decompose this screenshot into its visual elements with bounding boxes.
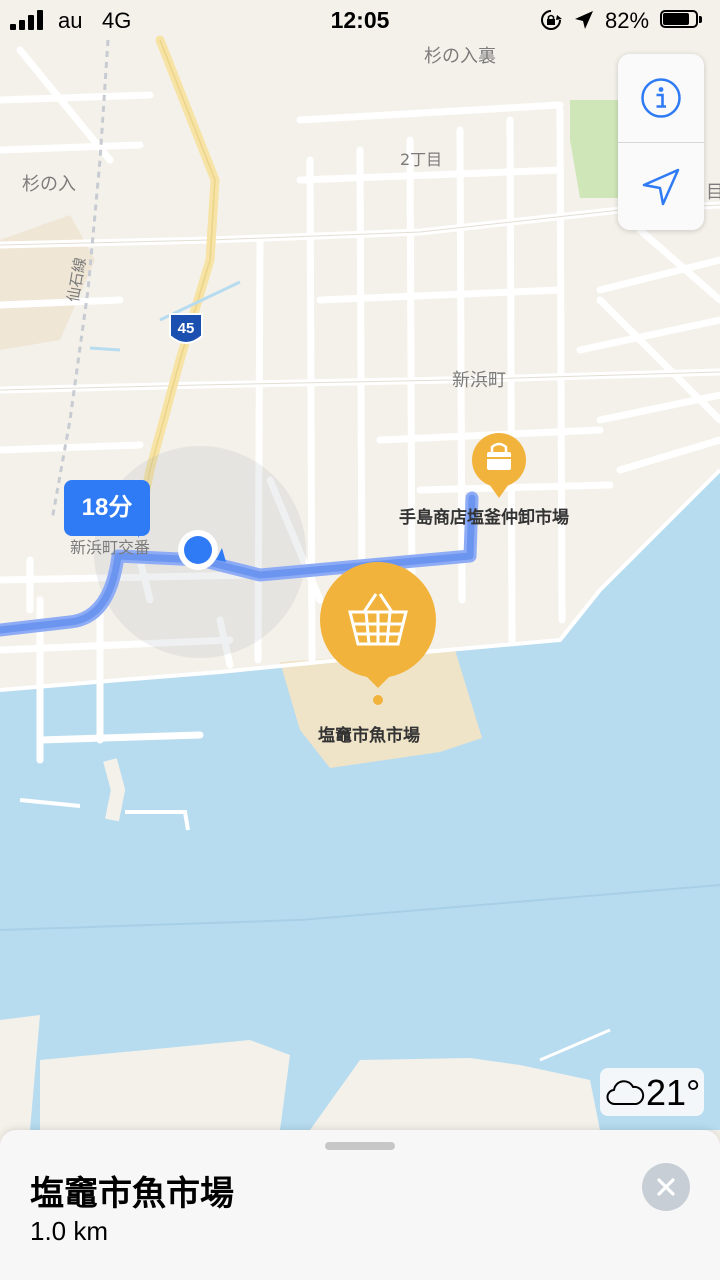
close-button[interactable] <box>642 1163 690 1211</box>
route-45-shield-icon: 45 <box>169 313 203 344</box>
eta-callout[interactable]: 18分 <box>64 480 150 536</box>
temperature: 21° <box>646 1072 701 1113</box>
label-edge-fragment: 目 <box>706 182 720 203</box>
close-icon <box>657 1178 675 1196</box>
label-teshima-shoten[interactable]: 手島商店塩釜仲卸市場 <box>399 503 569 528</box>
map-controls <box>618 54 704 230</box>
tracking-button[interactable] <box>618 143 704 231</box>
sheet-grabber[interactable] <box>325 1142 395 1150</box>
location-arrow-icon <box>575 11 593 29</box>
label-2-chome: 2丁目 <box>400 150 443 169</box>
status-bar: au 4G 12:05 82% <box>0 0 720 40</box>
cloud-icon <box>606 1080 645 1105</box>
label-sugi-no-iri-ura: 杉の入裏 <box>424 46 496 67</box>
battery-icon <box>660 10 704 30</box>
label-sugi-no-iri: 杉の入 <box>22 174 76 195</box>
location-arrow-icon <box>642 168 680 206</box>
rotation-lock-icon <box>541 10 562 30</box>
place-title: 塩竈市魚市場 <box>30 1174 234 1214</box>
battery-percent: 82% <box>605 8 650 33</box>
info-icon <box>641 78 681 118</box>
label-shinhamacho: 新浜町 <box>452 370 506 391</box>
label-fish-market[interactable]: 塩竈市魚市場 <box>318 721 420 746</box>
info-button[interactable] <box>618 54 704 142</box>
weather-badge: 21° <box>600 1068 704 1116</box>
route-45-number: 45 <box>178 320 195 337</box>
shopping-bag-icon <box>487 452 511 470</box>
place-card[interactable]: 塩竈市魚市場 1.0 km <box>0 1130 720 1280</box>
place-distance: 1.0 km <box>30 1216 109 1246</box>
